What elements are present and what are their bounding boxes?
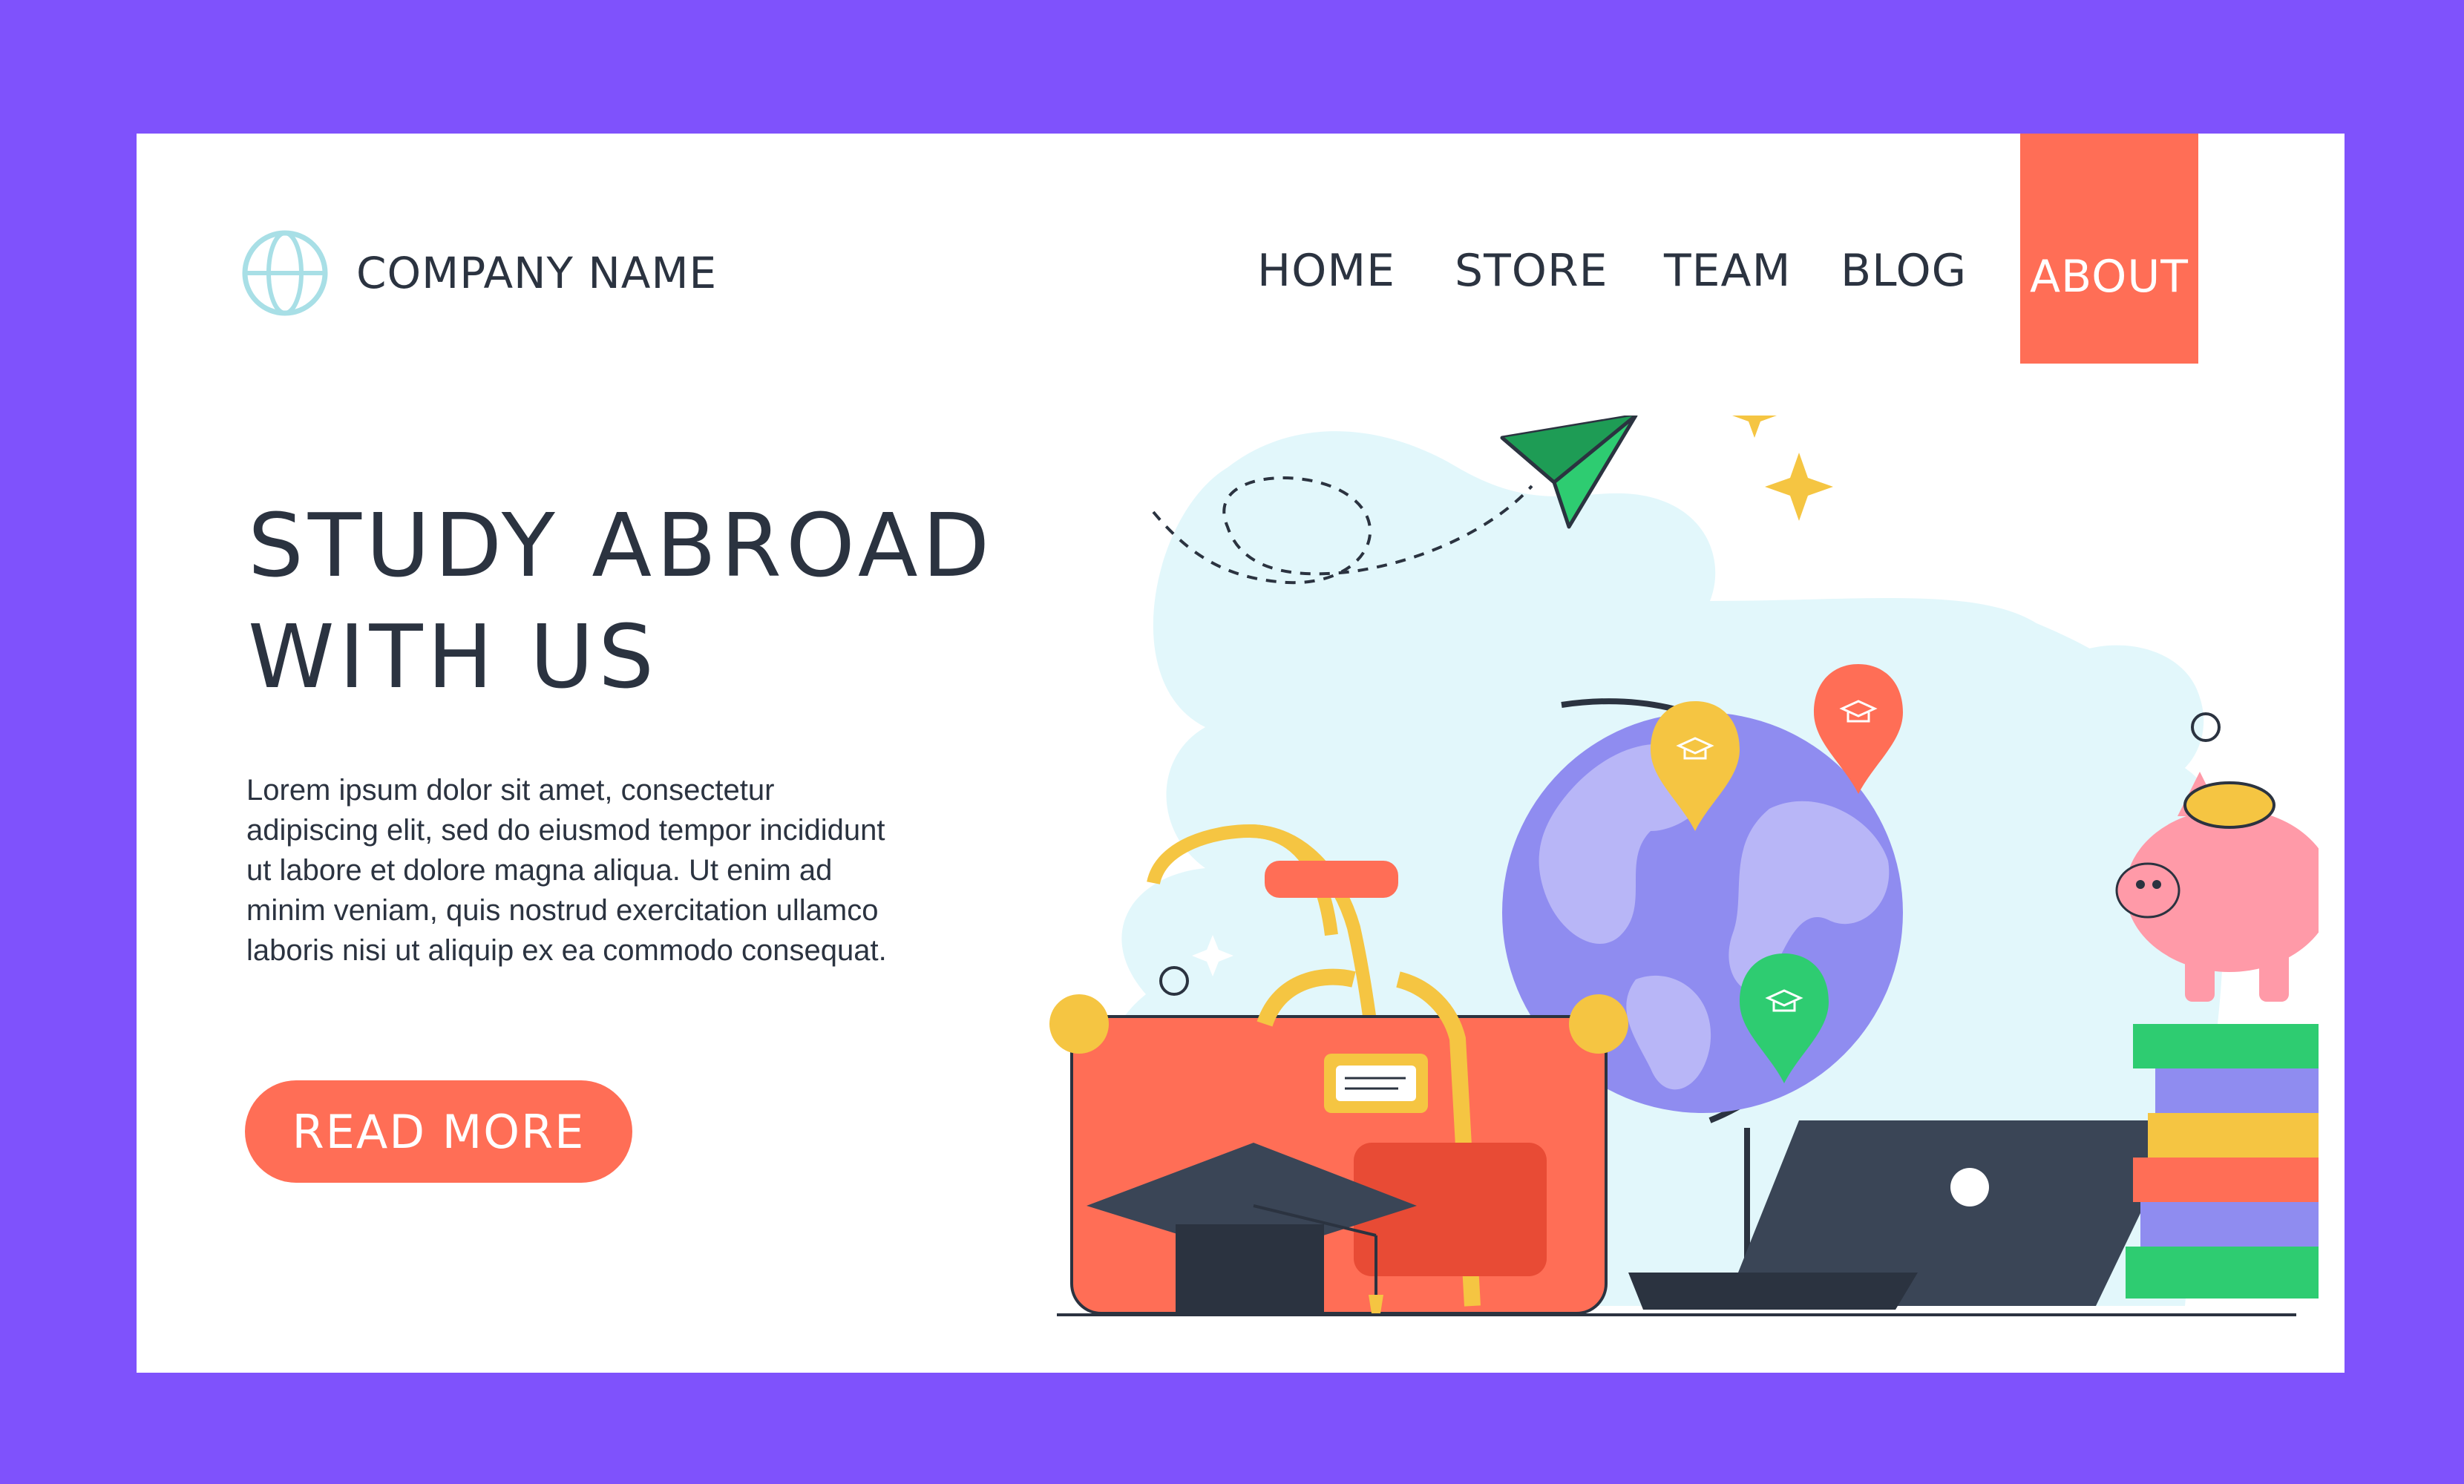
study-abroad-illustration — [1049, 416, 2319, 1316]
sparkle-icon — [2065, 549, 2097, 582]
sparkle-icon — [1765, 453, 1833, 521]
hero-title: STUDY ABROAD WITH US — [248, 490, 994, 712]
hero-description: Lorem ipsum dolor sit amet, consectetur … — [246, 774, 887, 967]
coin-icon — [2183, 781, 2275, 829]
read-more-button[interactable]: READ MORE — [245, 1080, 632, 1183]
nav-team[interactable]: TEAM — [1664, 245, 1791, 297]
nav-blog[interactable]: BLOG — [1841, 245, 1967, 297]
sparkle-icon — [1732, 416, 1777, 438]
books-icon — [2126, 1024, 2319, 1298]
nav-about[interactable]: ABOUT — [2020, 134, 2198, 364]
globe-icon — [242, 230, 328, 316]
hero-title-line-2: WITH US — [248, 605, 659, 708]
nav-home[interactable]: HOME — [1257, 245, 1395, 297]
company-logo[interactable]: COMPANY NAME — [240, 229, 717, 318]
luggage-tag — [1324, 1054, 1428, 1113]
nav-store[interactable]: STORE — [1455, 245, 1608, 297]
company-name: COMPANY NAME — [356, 248, 718, 298]
hero-title-line-1: STUDY ABROAD — [248, 494, 995, 597]
landing-card: COMPANY NAME HOME STORE TEAM BLOG ABOUT … — [137, 134, 2345, 1373]
